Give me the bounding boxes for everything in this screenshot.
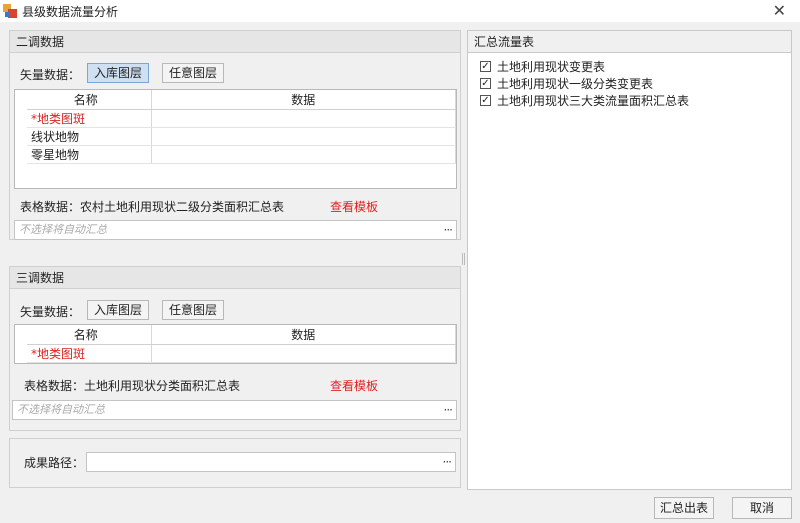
sandiao-any-layer-button[interactable]: 任意图层 — [162, 300, 225, 320]
sandiao-row-label: 地类图斑 — [37, 346, 86, 361]
erdiao-db-layer-button[interactable]: 入库图层 — [87, 63, 150, 83]
output-path-input[interactable]: ··· — [86, 452, 456, 472]
erdiao-any-layer-button[interactable]: 任意图层 — [162, 63, 225, 83]
browse-icon[interactable]: ··· — [444, 401, 454, 419]
sandiao-table-input[interactable]: 不选择将自动汇总 ··· — [12, 400, 457, 420]
sandiao-table-label: 表格数据：土地利用现状分类面积汇总表 — [24, 379, 241, 393]
sandiao-group: 三调数据 矢量数据： 入库图层 任意图层 名称 数据 *地类图斑 表格数据：土地… — [9, 266, 461, 431]
erdiao-table-label: 表格数据：农村土地利用现状二级分类面积汇总表 — [20, 200, 285, 214]
sandiao-grid[interactable]: 名称 数据 *地类图斑 — [14, 324, 457, 364]
sandiao-row-name: *地类图斑 — [15, 344, 152, 363]
window-title: 县级数据流量分析 — [22, 4, 119, 19]
erdiao-row-name: 线状地物 — [15, 127, 152, 146]
summary-item-label: 土地利用现状一级分类变更表 — [497, 76, 654, 91]
erdiao-row-label: 地类图斑 — [37, 111, 86, 126]
sandiao-col-data: 数据 — [151, 325, 456, 345]
erdiao-row-name: *地类图斑 — [15, 109, 152, 128]
table-row[interactable]: 零星地物 — [15, 145, 456, 164]
sandiao-view-template-link[interactable]: 查看模板 — [330, 377, 378, 394]
summary-item[interactable]: ✓ 土地利用现状变更表 — [480, 58, 605, 74]
erdiao-row-data[interactable] — [151, 145, 456, 164]
summary-item-label: 土地利用现状变更表 — [497, 59, 606, 74]
app-logo-icon — [3, 4, 17, 18]
output-group: 成果路径： ··· — [9, 438, 461, 488]
sandiao-vector-label: 矢量数据： — [20, 305, 81, 319]
checkbox-icon[interactable]: ✓ — [480, 94, 491, 106]
sandiao-table-placeholder: 不选择将自动汇总 — [17, 403, 105, 416]
close-icon[interactable]: ✕ — [773, 2, 786, 20]
erdiao-table-input[interactable]: 不选择将自动汇总 ··· — [14, 220, 457, 240]
cancel-button[interactable]: 取消 — [732, 497, 792, 519]
summary-item-label: 土地利用现状三大类流量面积汇总表 — [497, 93, 690, 108]
table-row[interactable]: *地类图斑 — [15, 344, 456, 363]
checkbox-icon[interactable]: ✓ — [480, 77, 491, 89]
sandiao-row-data[interactable] — [151, 344, 456, 363]
summary-panel: 汇总流量表 ✓ 土地利用现状变更表 ✓ 土地利用现状一级分类变更表 ✓ 土地利用… — [467, 30, 792, 490]
erdiao-vector-label: 矢量数据： — [20, 68, 81, 82]
erdiao-col-data: 数据 — [151, 90, 456, 110]
erdiao-row-data[interactable] — [151, 127, 456, 146]
erdiao-table-placeholder: 不选择将自动汇总 — [19, 223, 107, 236]
erdiao-header: 二调数据 — [10, 31, 460, 53]
summary-item[interactable]: ✓ 土地利用现状三大类流量面积汇总表 — [480, 92, 689, 108]
export-button[interactable]: 汇总出表 — [654, 497, 714, 519]
erdiao-grid[interactable]: 名称 数据 *地类图斑 线状地物 零星地物 — [14, 89, 457, 189]
erdiao-row-name: 零星地物 — [15, 145, 152, 164]
erdiao-group: 二调数据 矢量数据： 入库图层 任意图层 名称 数据 *地类图斑 线状地物 零星… — [9, 30, 461, 240]
summary-header: 汇总流量表 — [468, 31, 791, 53]
erdiao-view-template-link[interactable]: 查看模板 — [330, 198, 378, 215]
title-bar: 县级数据流量分析 ✕ — [0, 0, 800, 22]
checkbox-icon[interactable]: ✓ — [480, 60, 491, 72]
erdiao-col-name: 名称 — [21, 90, 152, 110]
sandiao-db-layer-button[interactable]: 入库图层 — [87, 300, 150, 320]
output-path-label: 成果路径： — [24, 456, 85, 470]
sandiao-col-name: 名称 — [21, 325, 152, 345]
sandiao-header: 三调数据 — [10, 267, 460, 289]
table-row[interactable]: 线状地物 — [15, 127, 456, 146]
table-row[interactable]: *地类图斑 — [15, 109, 456, 128]
summary-item[interactable]: ✓ 土地利用现状一级分类变更表 — [480, 75, 653, 91]
erdiao-row-data[interactable] — [151, 109, 456, 128]
splitter-grip-icon[interactable] — [462, 253, 465, 265]
browse-icon[interactable]: ··· — [444, 221, 454, 239]
browse-icon[interactable]: ··· — [443, 453, 453, 471]
